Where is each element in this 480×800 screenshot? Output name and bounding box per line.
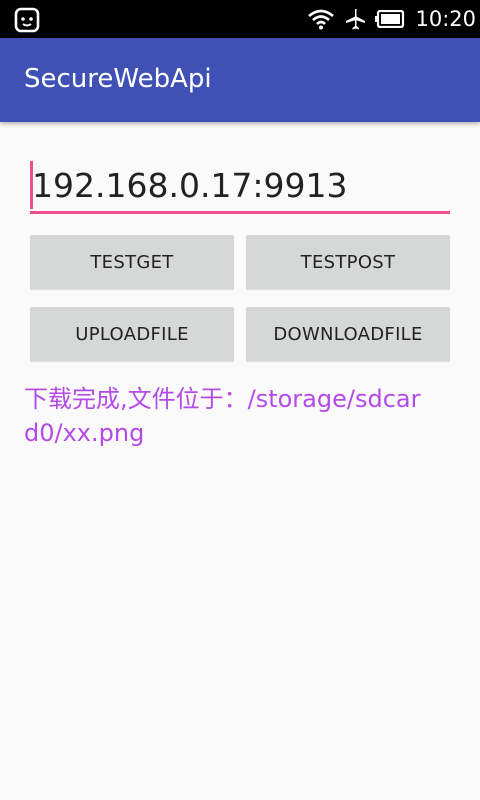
url-input[interactable] xyxy=(30,160,450,214)
app-notification-icon xyxy=(14,7,40,33)
app-title: SecureWebApi xyxy=(24,64,212,94)
status-time: 10:20 xyxy=(415,7,476,31)
status-bar: 10:20 xyxy=(0,0,480,38)
app-bar: SecureWebApi xyxy=(0,38,480,122)
text-cursor xyxy=(30,161,33,209)
battery-icon xyxy=(375,10,405,28)
wifi-icon xyxy=(308,9,335,30)
result-message: 下载完成,文件位于：/storage/sdcard0/xx.png xyxy=(24,385,421,447)
downloadfile-button[interactable]: DOWNLOADFILE xyxy=(246,307,450,361)
airplane-icon xyxy=(346,9,366,30)
testget-button[interactable]: TESTGET xyxy=(30,235,234,289)
uploadfile-button[interactable]: UPLOADFILE xyxy=(30,307,234,361)
testpost-button[interactable]: TESTPOST xyxy=(246,235,450,289)
main-content: TESTGET TESTPOST UPLOADFILE DOWNLOADFILE… xyxy=(0,122,480,800)
